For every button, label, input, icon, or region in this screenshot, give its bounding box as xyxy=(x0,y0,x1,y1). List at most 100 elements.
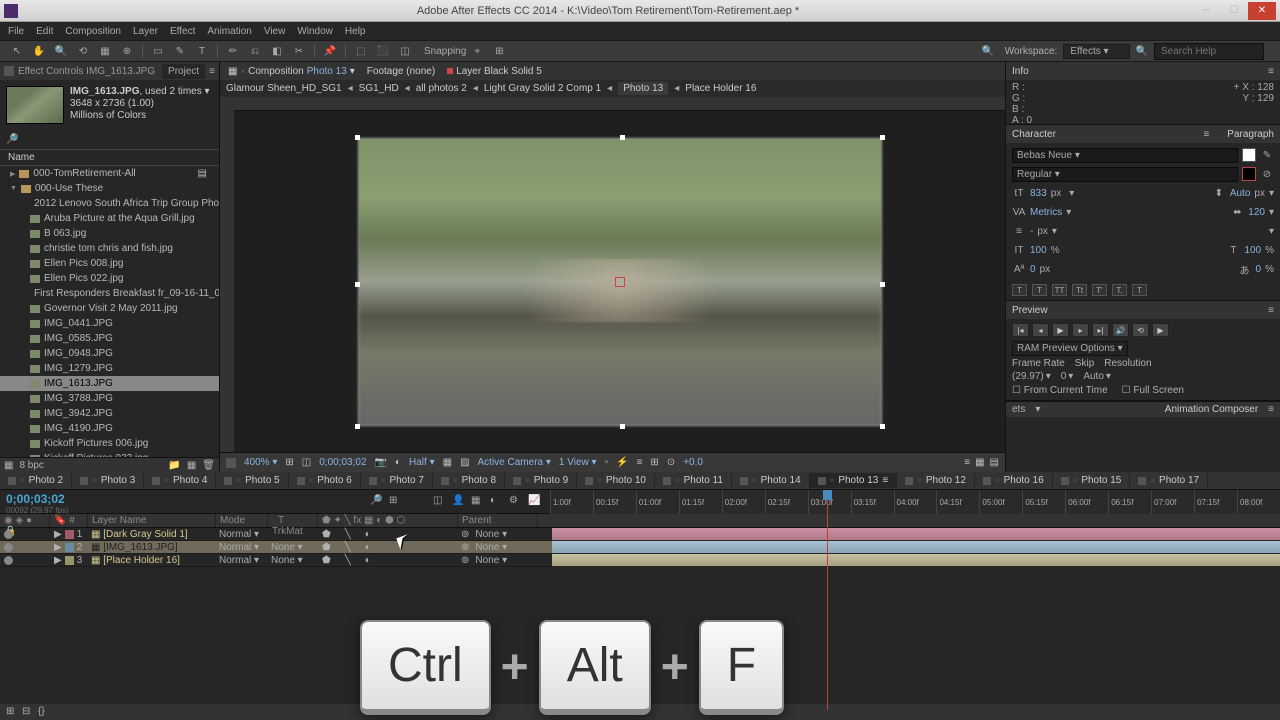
eraser-tool-icon[interactable]: ◧ xyxy=(269,43,285,59)
puppet-tool-icon[interactable]: 📌 xyxy=(322,43,338,59)
hide-shy-icon[interactable]: 👤 xyxy=(452,495,466,509)
hand-tool-icon[interactable]: ✋ xyxy=(31,43,47,59)
first-frame-button[interactable]: |◂ xyxy=(1012,323,1029,337)
clone-tool-icon[interactable]: ⎌ xyxy=(247,43,263,59)
breadcrumb-item-active[interactable]: Photo 13 xyxy=(618,82,668,95)
presets-tab-fragment[interactable]: ets xyxy=(1012,404,1025,415)
leading-value[interactable]: Auto xyxy=(1230,188,1251,199)
trkmat-dropdown[interactable]: None ▾ xyxy=(268,555,306,566)
fast-preview-icon[interactable]: ⚡ xyxy=(616,457,628,468)
project-item[interactable]: First Responders Breakfast fr_09-16-11_0… xyxy=(0,286,219,301)
switch-icon[interactable]: ╲ xyxy=(345,542,351,553)
hscale-value[interactable]: 100 xyxy=(1244,245,1261,256)
switch-icon[interactable]: ⬟ xyxy=(322,542,331,553)
timeline-tab[interactable]: ×Photo 15 xyxy=(1053,473,1131,488)
project-tree[interactable]: ▶000-TomRetirement-All▤ ▼000-Use These 2… xyxy=(0,166,219,457)
loop-button[interactable]: ⟲ xyxy=(1132,323,1149,337)
parent-pickwhip-icon[interactable]: ⊚ xyxy=(461,529,469,540)
trkmat-dropdown[interactable]: None ▾ xyxy=(268,542,306,553)
vf-icon[interactable]: ≡ xyxy=(964,457,970,468)
parent-pickwhip-icon[interactable]: ⊚ xyxy=(461,555,469,566)
search-icon[interactable]: 🔎 xyxy=(370,495,384,509)
label-color[interactable] xyxy=(65,530,74,539)
panel-menu-icon[interactable]: ≡ xyxy=(1268,305,1274,316)
delete-icon[interactable]: 🗑 xyxy=(202,460,215,471)
timeline-tab[interactable]: ×Photo 7 xyxy=(361,473,433,488)
timeline-tab[interactable]: ×Photo 6 xyxy=(289,473,361,488)
visibility-toggle[interactable] xyxy=(4,543,13,552)
snap-icon[interactable]: ⌖ xyxy=(469,43,485,59)
toggle-switches-icon[interactable]: ⊞ xyxy=(6,706,18,718)
tracking-value[interactable]: 120 xyxy=(1248,207,1265,218)
font-style-dropdown[interactable]: Regular ▾ xyxy=(1012,167,1238,182)
snapshot-icon[interactable]: 📷 xyxy=(375,457,387,468)
visibility-toggle[interactable] xyxy=(4,556,13,565)
tsume-value[interactable]: 0 xyxy=(1256,264,1262,275)
vf-icon[interactable]: ▦ xyxy=(975,457,984,468)
vf-icon[interactable]: ▤ xyxy=(990,457,999,468)
font-size-value[interactable]: 833 xyxy=(1030,188,1047,199)
bpc-toggle[interactable]: 8 bpc xyxy=(19,460,43,471)
folder-item[interactable]: ▼000-Use These xyxy=(0,181,219,196)
current-time[interactable]: 0;00;03;02 xyxy=(319,457,366,468)
ram-preview-button[interactable]: ▶ xyxy=(1152,323,1169,337)
label-color[interactable] xyxy=(65,543,74,552)
workspace-search-icon[interactable]: 🔍 xyxy=(980,43,996,59)
anchor-tool-icon[interactable]: ⊕ xyxy=(119,43,135,59)
snap-edge-icon[interactable]: ⊞ xyxy=(491,43,507,59)
timeline-tab[interactable]: ×Photo 3 xyxy=(72,473,144,488)
zoom-dropdown[interactable]: 400% ▾ xyxy=(244,457,277,468)
aspect-icon[interactable]: ⊞ xyxy=(285,457,293,468)
roto-tool-icon[interactable]: ✂ xyxy=(291,43,307,59)
timeline-tab[interactable]: ×Photo 10 xyxy=(577,473,655,488)
new-comp-icon[interactable]: ▦ xyxy=(187,460,196,471)
timeline-tab[interactable]: ×Photo 8 xyxy=(433,473,505,488)
framerate-dropdown[interactable]: (29.97)▾ xyxy=(1012,371,1051,382)
panel-menu-icon[interactable]: ≡ xyxy=(209,66,215,77)
panel-menu-icon[interactable]: ≡ xyxy=(1268,66,1274,77)
project-name-header[interactable]: Name xyxy=(0,149,219,166)
menu-file[interactable]: File xyxy=(8,26,24,37)
timeline-tab[interactable]: ×Photo 4 xyxy=(144,473,216,488)
timeline-tab[interactable]: ×Photo 2 xyxy=(0,473,72,488)
axis-local-icon[interactable]: ⬚ xyxy=(353,43,369,59)
panel-menu-icon[interactable]: ≡ xyxy=(1203,129,1209,140)
toggle-in-out-icon[interactable]: {} xyxy=(38,706,50,718)
timeline-tab[interactable]: ×Photo 14 xyxy=(732,473,810,488)
effect-controls-tab[interactable]: Effect Controls IMG_1613.JPG xyxy=(18,66,155,77)
timeline-icon[interactable]: ≡ xyxy=(637,457,643,468)
timeline-tab[interactable]: ×Photo 9 xyxy=(505,473,577,488)
fullscreen-checkbox[interactable]: ☐ Full Screen xyxy=(1122,385,1184,396)
brainstorm-icon[interactable]: ⚙ xyxy=(509,495,523,509)
panel-dock-icon[interactable] xyxy=(4,66,14,76)
maximize-button[interactable]: ☐ xyxy=(1220,2,1248,20)
project-item[interactable]: IMG_0441.JPG xyxy=(0,316,219,331)
timeline-tab[interactable]: ×Photo 11 xyxy=(655,473,732,488)
layer-bar[interactable] xyxy=(552,554,1280,566)
breadcrumb-item[interactable]: Place Holder 16 xyxy=(685,83,756,94)
timeline-track-area[interactable] xyxy=(552,528,1280,567)
switch-icon[interactable]: ╲ xyxy=(345,529,351,540)
selection-handle[interactable] xyxy=(620,135,625,140)
paragraph-tab[interactable]: Paragraph xyxy=(1227,129,1274,140)
resolution-dropdown[interactable]: Auto▾ xyxy=(1083,371,1111,382)
character-tab[interactable]: Character xyxy=(1012,129,1056,140)
project-item[interactable]: Governor Visit 2 May 2011.jpg xyxy=(0,301,219,316)
animation-composer-tab[interactable]: Animation Composer xyxy=(1165,404,1258,415)
project-item[interactable]: 2012 Lenovo South Africa Trip Group Phot… xyxy=(0,196,219,211)
axis-view-icon[interactable]: ◫ xyxy=(397,43,413,59)
breadcrumb-item[interactable]: Light Gray Solid 2 Comp 1 xyxy=(484,83,601,94)
composition-viewport[interactable] xyxy=(234,111,1005,452)
switch-icon[interactable]: ╲ xyxy=(345,555,351,566)
timeline-tab[interactable]: ×Photo 16 xyxy=(975,473,1053,488)
play-button[interactable]: ▶ xyxy=(1052,323,1069,337)
blend-mode-dropdown[interactable]: Normal ▾ xyxy=(216,542,262,553)
timeline-layer-row[interactable]: ▶1▦ [Dark Gray Solid 1]Normal ▾⬟╲◐⊚None … xyxy=(0,528,552,541)
rotate-tool-icon[interactable]: ⟲ xyxy=(75,43,91,59)
menu-composition[interactable]: Composition xyxy=(65,26,121,37)
selection-handle[interactable] xyxy=(355,424,360,429)
project-item[interactable]: christie tom chris and fish.jpg xyxy=(0,241,219,256)
project-item[interactable]: Ellen Pics 008.jpg xyxy=(0,256,219,271)
project-item[interactable]: IMG_1613.JPG xyxy=(0,376,219,391)
info-tab[interactable]: Info xyxy=(1012,66,1029,77)
